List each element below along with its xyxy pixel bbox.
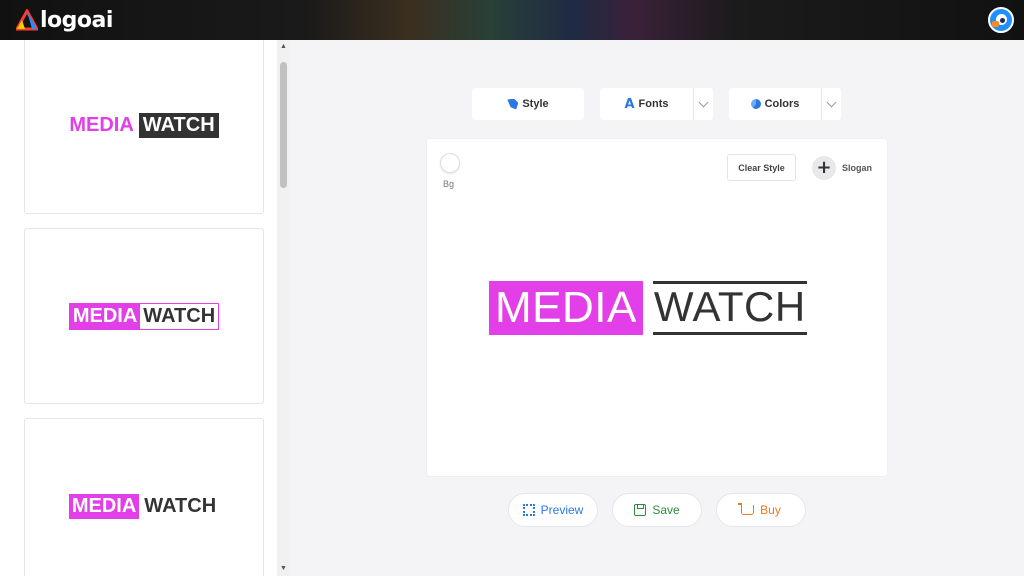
magic-icon [507,98,519,110]
top-bar: logoai [0,0,1024,40]
colors-label: Colors [764,98,800,110]
font-icon: A [624,96,635,112]
logo-canvas: Bg Clear Style + Slogan MEDIA WATCH [427,139,887,476]
variation-logo: MEDIA WATCH [68,302,220,330]
logo-word-media: MEDIA [489,281,643,335]
logo-word-watch: WATCH [138,112,219,138]
brand-logo[interactable]: logoai [16,8,113,33]
sidebar-scrollbar[interactable]: ▲ ▼ [277,40,290,576]
add-slogan-button[interactable]: + Slogan [812,156,872,180]
save-label: Save [652,503,680,517]
fonts-dropdown-toggle[interactable] [693,88,713,120]
buy-button[interactable]: Buy [716,493,806,527]
scroll-thumb[interactable] [280,62,287,188]
save-button[interactable]: Save [612,493,702,527]
logo-word-watch: WATCH [143,304,216,327]
logo-word-media: MEDIA [69,113,134,136]
background-color-swatch[interactable] [440,153,460,173]
brand-name: logoai [40,7,113,33]
plus-icon: + [812,156,836,180]
fonts-button[interactable]: A Fonts [600,88,713,120]
style-label: Style [522,98,549,110]
cart-icon [738,503,755,515]
logo-variation-card[interactable]: MEDIA WATCH [24,418,264,576]
style-button[interactable]: Style [472,88,584,120]
preview-label: Preview [540,503,584,517]
main-logo[interactable]: MEDIA WATCH [489,281,807,335]
fonts-main[interactable]: A Fonts [600,88,693,120]
variation-logo: MEDIA WATCH [69,112,219,138]
slogan-label: Slogan [842,163,873,173]
scroll-up-arrow-icon[interactable]: ▲ [277,40,290,54]
fonts-label: Fonts [638,98,669,110]
palette-icon [750,99,761,109]
logo-variation-card[interactable]: MEDIA WATCH [24,40,264,214]
preview-button[interactable]: Preview [508,493,598,527]
logo-word-media: MEDIA [68,493,140,519]
logoai-mark-icon [16,9,38,31]
clear-style-button[interactable]: Clear Style [727,154,796,181]
expand-icon [522,504,535,516]
scroll-down-arrow-icon[interactable]: ▼ [277,562,290,576]
logo-variations-panel: MEDIA WATCH MEDIA WATCH MEDIA WATCH [0,40,290,576]
logo-word-watch: WATCH [144,494,217,517]
colors-main[interactable]: Colors [729,88,821,120]
chevron-down-icon [698,97,709,108]
save-icon [634,504,647,516]
chevron-down-icon [826,97,837,108]
user-avatar[interactable] [988,7,1014,33]
buy-label: Buy [760,503,781,517]
logo-word-media: MEDIA [69,303,141,329]
colors-dropdown-toggle[interactable] [821,88,841,120]
colors-button[interactable]: Colors [729,88,841,120]
bg-label: Bg [443,179,455,189]
logo-word-watch: WATCH [652,281,807,335]
logo-variation-card[interactable]: MEDIA WATCH [24,228,264,404]
variation-logo: MEDIA WATCH [68,493,219,519]
